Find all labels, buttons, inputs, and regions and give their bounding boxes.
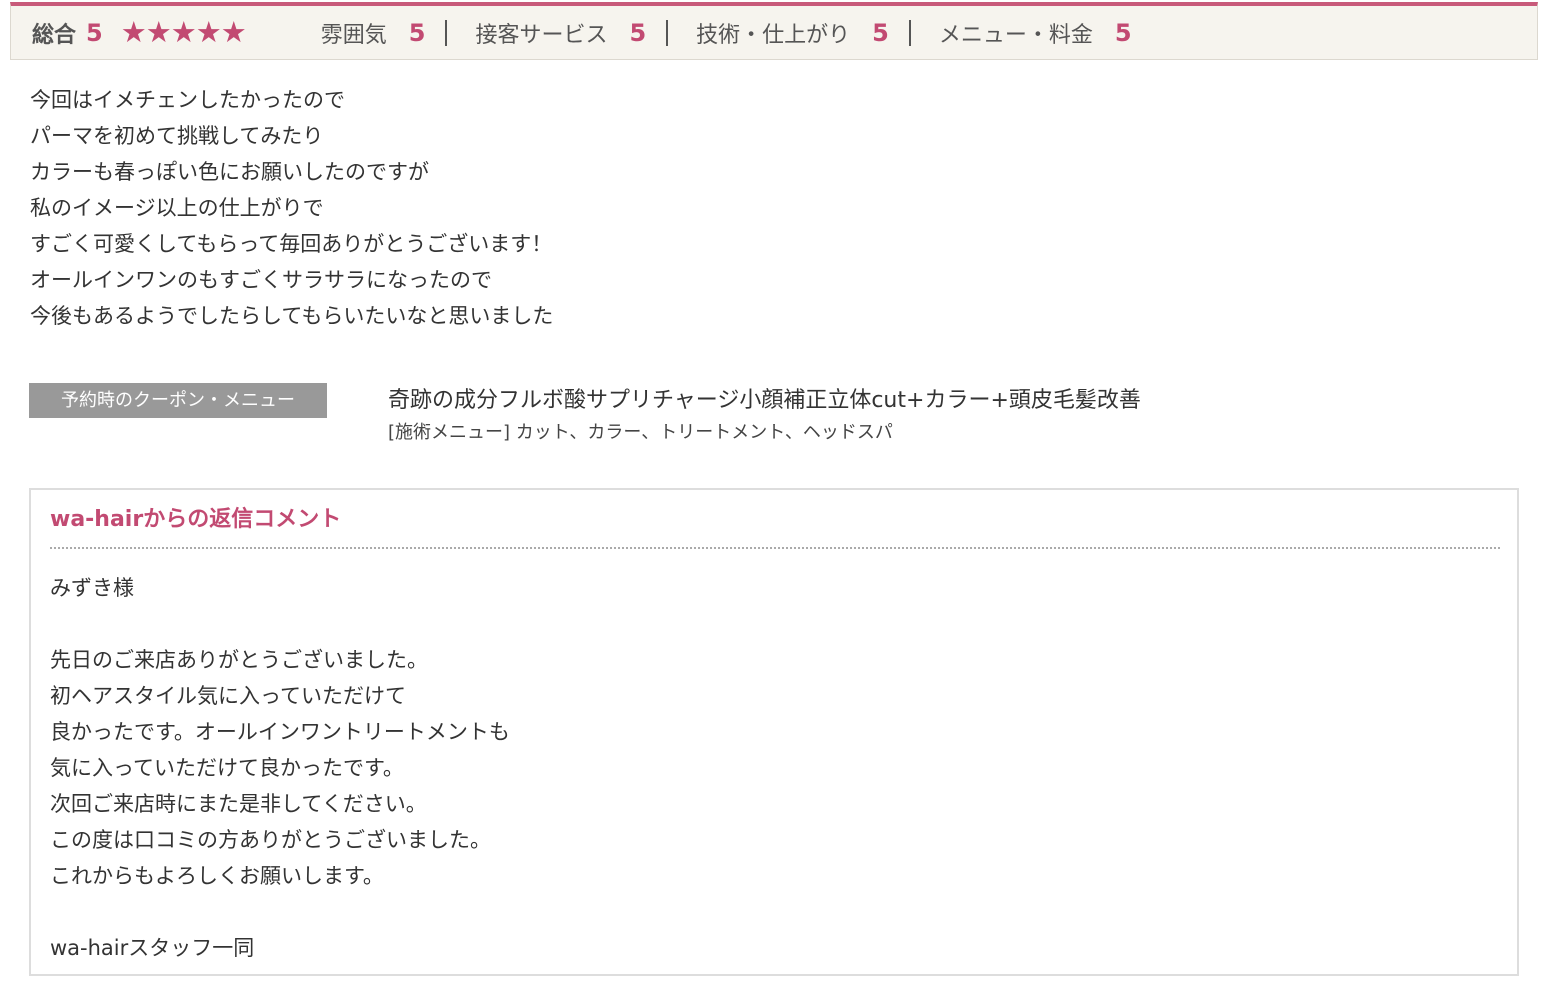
reply-line: 先日のご来店ありがとうございました。 bbox=[50, 648, 428, 672]
coupon-name: 奇跡の成分フルボ酸サプリチャージ小顔補正立体cut+カラー+頭皮毛髪改善 bbox=[388, 388, 1141, 413]
reply-divider bbox=[50, 547, 1500, 549]
star-icon: ★ bbox=[120, 15, 147, 49]
review-line: 私のイメージ以上の仕上がりで bbox=[30, 196, 324, 220]
reply-line: wa-hairスタッフ一同 bbox=[50, 936, 255, 960]
reply-line: この度は口コミの方ありがとうございました。 bbox=[50, 828, 491, 852]
category-label: 技術・仕上がり bbox=[696, 22, 851, 48]
category-rating-atmosphere: 雰囲気 5 bbox=[320, 18, 448, 48]
category-score: 5 bbox=[408, 18, 426, 47]
reply-line: 気に入っていただけて良かったです。 bbox=[50, 756, 404, 780]
star-icon: ★ bbox=[195, 15, 222, 49]
category-divider bbox=[908, 19, 911, 46]
reply-line bbox=[50, 606, 1490, 642]
category-label: 雰囲気 bbox=[320, 22, 387, 48]
overall-rating-label: 総合 bbox=[32, 22, 77, 48]
category-divider bbox=[666, 19, 669, 46]
star-icon: ★ bbox=[220, 15, 247, 49]
category-rating-service: 接客サービス 5 bbox=[475, 18, 669, 48]
coupon-tag-label: 予約時のクーポン・メニュー bbox=[29, 383, 327, 418]
category-label: 接客サービス bbox=[475, 22, 608, 48]
category-rating-menu-price: メニュー・料金 5 bbox=[938, 18, 1132, 48]
reply-line: これからもよろしくお願いします。 bbox=[50, 864, 384, 888]
review-line: すごく可愛くしてもらって毎回ありがとうございます！ bbox=[30, 232, 553, 256]
category-label: メニュー・料金 bbox=[938, 22, 1093, 48]
review-line: パーマを初めて挑戦してみたり bbox=[30, 124, 324, 148]
reply-comment-box: wa-hairからの返信コメント みずき様 先日のご来店ありがとうございました。… bbox=[29, 488, 1519, 976]
reply-line: 初ヘアスタイル気に入っていただけて bbox=[50, 684, 406, 708]
category-divider bbox=[445, 19, 448, 46]
star-icon: ★ bbox=[145, 15, 172, 49]
review-line: カラーも春っぽい色にお願いしたのですが bbox=[30, 160, 429, 184]
star-rating: ★ ★ ★ ★ ★ bbox=[121, 18, 271, 47]
reply-line: 良かったです。オールインワントリートメントも bbox=[50, 720, 510, 744]
review-line: 今後もあるようでしたらしてもらいたいなと思いました bbox=[30, 304, 554, 328]
review-line: オールインワンのもすごくサラサラになったので bbox=[30, 268, 492, 292]
category-score: 5 bbox=[872, 18, 889, 47]
overall-rating-score: 5 bbox=[86, 18, 103, 47]
reply-line: みずき様 bbox=[50, 576, 134, 600]
reply-line: 次回ご来店時にまた是非してください。 bbox=[50, 792, 427, 816]
reply-line bbox=[50, 894, 1490, 930]
reply-title: wa-hairからの返信コメント bbox=[50, 507, 342, 532]
rating-bar: 総合 5 ★ ★ ★ ★ ★ 雰囲気 5 接客サービス 5 技術・仕上がり 5 … bbox=[10, 2, 1538, 60]
coupon-treatment-menu: [施術メニュー] カット、カラー、トリートメント、ヘッドスパ bbox=[388, 422, 893, 443]
star-icon: ★ bbox=[170, 15, 197, 49]
reply-text: みずき様 先日のご来店ありがとうございました。 初ヘアスタイル気に入っていただけ… bbox=[50, 570, 1490, 966]
review-text: 今回はイメチェンしたかったので パーマを初めて挑戦してみたり カラーも春っぽい色… bbox=[30, 82, 1030, 334]
category-score: 5 bbox=[629, 18, 647, 47]
review-card: 総合 5 ★ ★ ★ ★ ★ 雰囲気 5 接客サービス 5 技術・仕上がり 5 … bbox=[0, 0, 1557, 990]
review-line: 今回はイメチェンしたかったので bbox=[30, 88, 345, 112]
category-rating-technique: 技術・仕上がり 5 bbox=[696, 18, 911, 48]
category-score: 5 bbox=[1114, 18, 1132, 47]
